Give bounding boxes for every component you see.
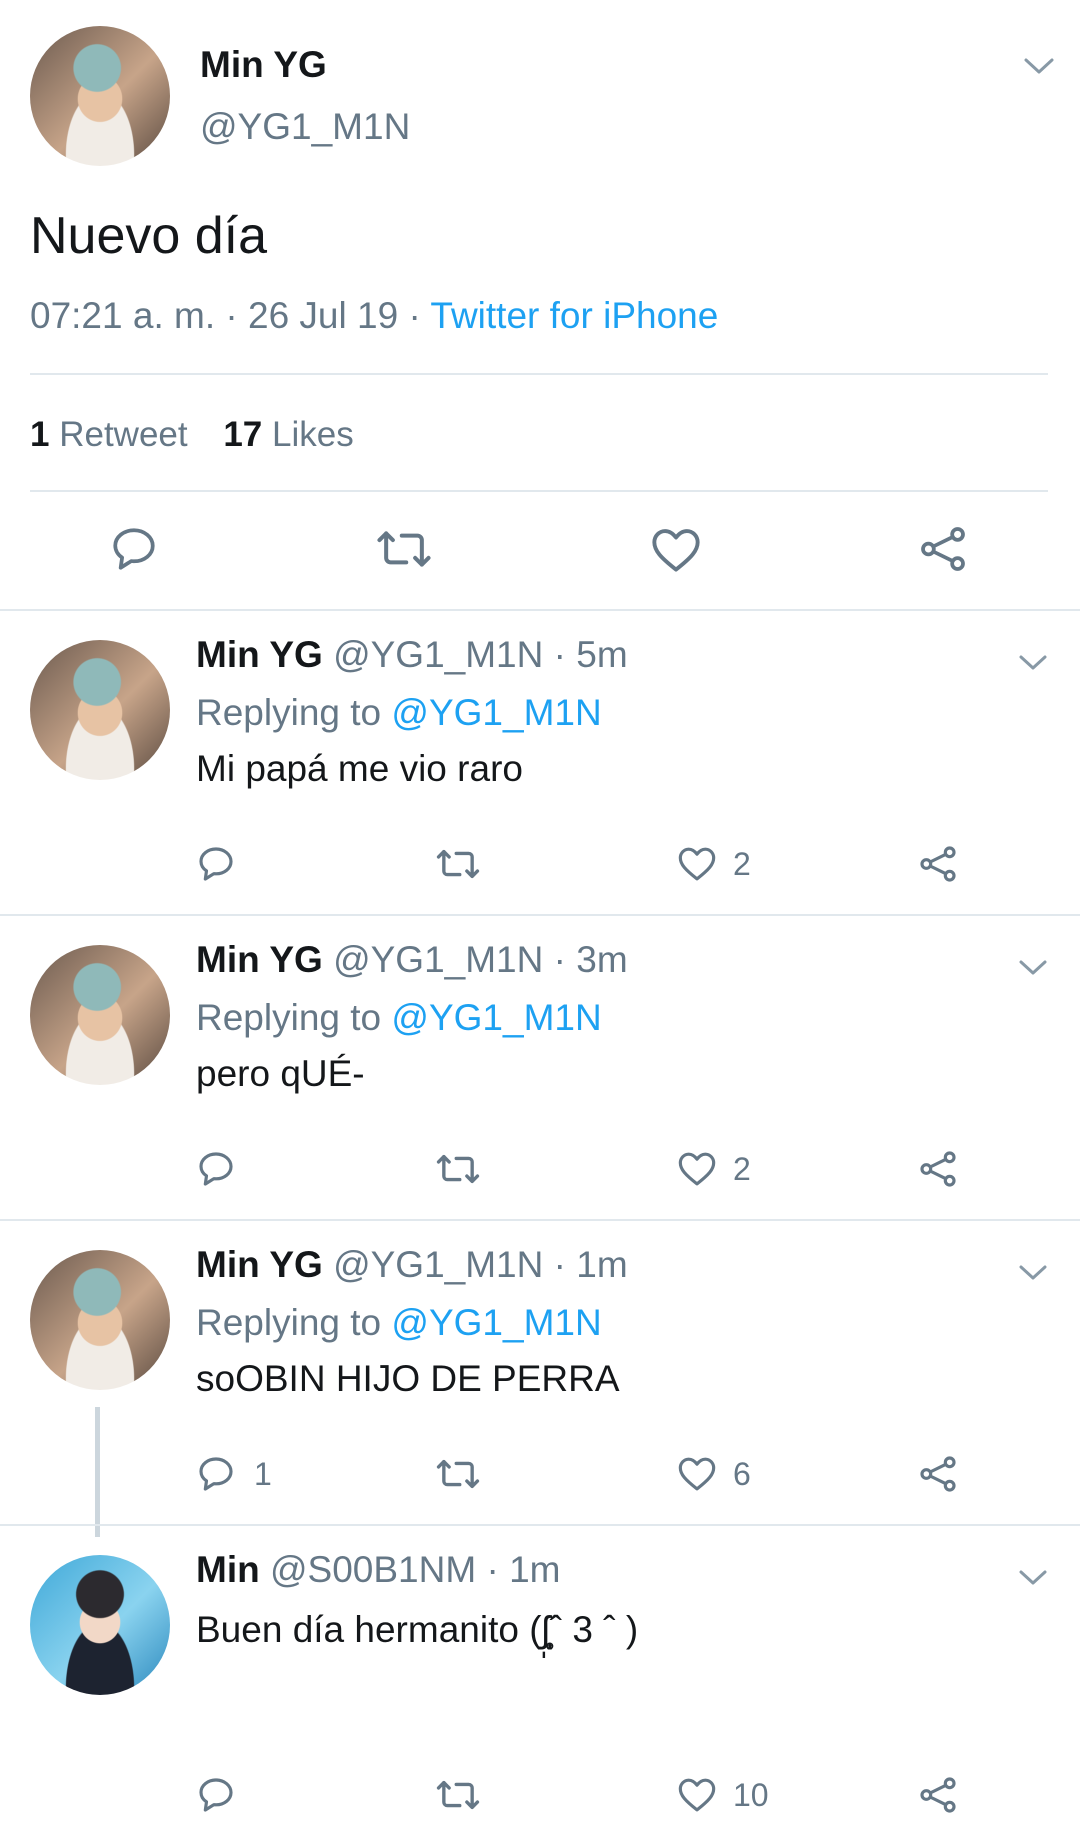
timestamp[interactable]: · 1m	[554, 1244, 628, 1285]
like-icon[interactable]	[677, 1775, 717, 1813]
like-count: 10	[733, 1777, 769, 1813]
separator: ·	[408, 295, 421, 336]
display-name[interactable]: Min	[196, 1549, 260, 1590]
chevron-down-icon[interactable]	[1016, 1567, 1050, 1589]
separator: ·	[225, 295, 238, 336]
timestamp[interactable]: · 3m	[554, 939, 628, 980]
like-icon[interactable]	[677, 1149, 717, 1187]
retweet-icon[interactable]	[435, 844, 481, 884]
chevron-down-icon[interactable]	[1016, 957, 1050, 979]
like-count: 17	[223, 415, 263, 454]
retweet-icon[interactable]	[435, 1149, 481, 1189]
like-count: 2	[733, 846, 751, 882]
tweet-header: Min YG @YG1_M1N · 3m	[196, 939, 628, 981]
reply-icon[interactable]	[196, 1775, 236, 1815]
like-count: 2	[733, 1151, 751, 1187]
replying-to: Replying to @YG1_M1N	[196, 997, 602, 1039]
divider	[0, 1219, 1080, 1221]
share-icon[interactable]	[918, 1149, 958, 1189]
retweet-icon[interactable]	[375, 524, 433, 574]
timestamp[interactable]: · 1m	[486, 1549, 560, 1590]
reply-icon[interactable]	[196, 844, 236, 884]
chevron-down-icon[interactable]	[1016, 1262, 1050, 1284]
retweets-stat[interactable]: 1 Retweet	[30, 415, 197, 454]
like-icon[interactable]	[650, 524, 702, 574]
retweet-icon[interactable]	[435, 1454, 481, 1494]
replying-to-label: Replying to	[196, 692, 382, 733]
reply-tweet[interactable]: Min YG @YG1_M1N · 5m Replying to @YG1_M1N…	[0, 612, 1080, 917]
share-icon[interactable]	[918, 1454, 958, 1494]
replying-to-label: Replying to	[196, 1302, 382, 1343]
share-icon[interactable]	[917, 524, 969, 574]
reply-icon[interactable]	[108, 524, 160, 574]
timestamp[interactable]: · 5m	[554, 634, 628, 675]
reply-count: 1	[254, 1456, 272, 1492]
retweet-label: Retweet	[59, 415, 188, 454]
tweet-text: soOBIN HIJO DE PERRA	[196, 1358, 620, 1399]
avatar[interactable]	[30, 1250, 170, 1390]
reply-icon[interactable]	[196, 1454, 236, 1494]
divider	[0, 1524, 1080, 1526]
like-icon[interactable]	[677, 1454, 717, 1492]
display-name[interactable]: Min YG	[200, 44, 327, 86]
replying-to: Replying to @YG1_M1N	[196, 692, 602, 734]
retweet-icon[interactable]	[435, 1775, 481, 1815]
likes-stat[interactable]: 17 Likes	[223, 415, 353, 454]
replying-to-handle[interactable]: @YG1_M1N	[391, 692, 601, 733]
replying-to-label: Replying to	[196, 997, 382, 1038]
share-icon[interactable]	[918, 1775, 958, 1815]
handle[interactable]: @YG1_M1N	[333, 1244, 543, 1285]
tweet-text: Mi papá me vio raro	[196, 748, 523, 789]
handle[interactable]: @YG1_M1N	[333, 939, 543, 980]
replying-to: Replying to @YG1_M1N	[196, 1302, 602, 1344]
divider	[0, 914, 1080, 916]
tweet-date: 26 Jul 19	[248, 295, 399, 336]
divider	[30, 490, 1048, 492]
handle[interactable]: @YG1_M1N	[333, 634, 543, 675]
avatar[interactable]	[30, 26, 170, 166]
avatar[interactable]	[30, 640, 170, 780]
tweet-text: pero qUÉ-	[196, 1053, 365, 1094]
reply-tweet[interactable]: Min @S00B1NM · 1m Buen día hermanito (ʃ̩̩…	[0, 1527, 1080, 1836]
avatar[interactable]	[30, 945, 170, 1085]
tweet-text: Buen día hermanito (ʃ̩̩̥͙ˆ 3 ˆ )	[196, 1609, 639, 1650]
tweet-header: Min @S00B1NM · 1m	[196, 1549, 560, 1591]
retweet-count: 1	[30, 415, 50, 454]
tweet-time: 07:21 a. m.	[30, 295, 216, 336]
replying-to-handle[interactable]: @YG1_M1N	[391, 997, 601, 1038]
tweet-header: Min YG @YG1_M1N · 5m	[196, 634, 628, 676]
share-icon[interactable]	[918, 844, 958, 884]
divider	[30, 373, 1048, 375]
like-icon[interactable]	[677, 844, 717, 882]
like-count: 6	[733, 1456, 751, 1492]
reply-tweet[interactable]: Min YG @YG1_M1N · 1m Replying to @YG1_M1N…	[0, 1222, 1080, 1537]
divider	[0, 609, 1080, 611]
reply-icon[interactable]	[196, 1149, 236, 1189]
tweet-text: Nuevo día	[30, 207, 268, 265]
engagement-stats: 1 Retweet 17 Likes	[30, 415, 354, 455]
avatar[interactable]	[30, 1555, 170, 1695]
display-name[interactable]: Min YG	[196, 939, 323, 980]
reply-tweet[interactable]: Min YG @YG1_M1N · 3m Replying to @YG1_M1N…	[0, 917, 1080, 1222]
tweet-header: Min YG @YG1_M1N · 1m	[196, 1244, 628, 1286]
display-name[interactable]: Min YG	[196, 634, 323, 675]
handle[interactable]: @YG1_M1N	[200, 106, 410, 148]
replying-to-handle[interactable]: @YG1_M1N	[391, 1302, 601, 1343]
tweet-source-link[interactable]: Twitter for iPhone	[430, 295, 718, 336]
thread-connector	[95, 1407, 100, 1537]
chevron-down-icon[interactable]	[1022, 55, 1056, 77]
tweet-meta: 07:21 a. m. · 26 Jul 19 · Twitter for iP…	[30, 295, 718, 337]
handle[interactable]: @S00B1NM	[270, 1549, 476, 1590]
chevron-down-icon[interactable]	[1016, 652, 1050, 674]
like-label: Likes	[272, 415, 354, 454]
display-name[interactable]: Min YG	[196, 1244, 323, 1285]
